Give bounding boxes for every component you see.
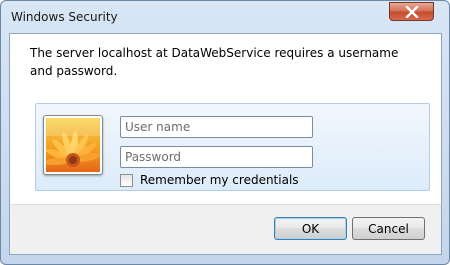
windows-security-dialog: Windows Security The server localhost at… [0,0,450,265]
auth-message: The server localhost at DataWebService r… [30,46,399,78]
cancel-button[interactable]: Cancel [352,217,425,240]
ok-button[interactable]: OK [274,217,347,240]
user-tile-flower-icon [46,118,100,172]
window-title: Windows Security [11,10,118,24]
user-tile-picture [43,115,103,175]
username-field[interactable] [120,116,313,138]
remember-label[interactable]: Remember my credentials [140,173,299,187]
close-icon [405,6,419,18]
password-field[interactable] [120,146,313,168]
title-bar[interactable]: Windows Security [1,1,449,33]
dialog-body: The server localhost at DataWebService r… [9,33,442,255]
button-bar: OK Cancel [10,204,441,254]
remember-checkbox[interactable] [120,174,133,187]
credential-tile[interactable]: Remember my credentials [35,103,430,191]
close-button[interactable] [389,2,434,21]
